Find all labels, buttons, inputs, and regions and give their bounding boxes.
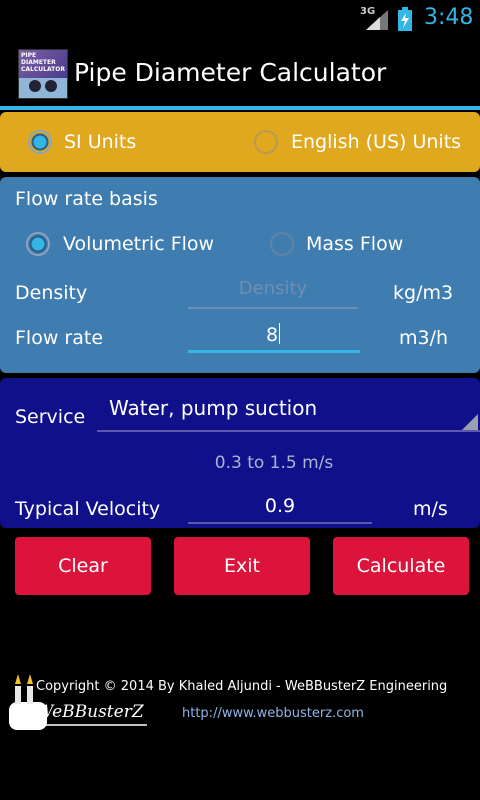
service-dropdown[interactable]: Water, pump suction — [97, 390, 480, 432]
typical-velocity-label: Typical Velocity — [15, 498, 161, 520]
volumetric-flow-label[interactable]: Volumetric Flow — [63, 233, 214, 255]
si-units-radio[interactable] — [28, 130, 52, 154]
footer-website-link[interactable]: http://www.webbusterz.com — [182, 706, 364, 721]
density-input[interactable]: Density — [188, 278, 358, 299]
service-panel: Service Water, pump suction 0.3 to 1.5 m… — [0, 378, 480, 528]
density-label: Density — [15, 282, 88, 304]
flow-rate-unit: m3/h — [399, 327, 449, 349]
mass-flow-radio[interactable] — [270, 232, 294, 256]
flow-rate-label: Flow rate — [15, 327, 104, 349]
status-bar: 3G 3:48 — [0, 0, 480, 38]
mass-flow-label[interactable]: Mass Flow — [306, 233, 403, 255]
english-units-label[interactable]: English (US) Units — [291, 131, 461, 153]
calculate-button[interactable]: Calculate — [333, 537, 469, 595]
signal-icon — [366, 10, 388, 30]
clear-button[interactable]: Clear — [15, 537, 151, 595]
english-units-radio[interactable] — [254, 130, 278, 154]
flow-basis-panel: Flow rate basis Volumetric Flow Mass Flo… — [0, 177, 480, 373]
si-units-label[interactable]: SI Units — [64, 131, 136, 153]
footer-logo-text: WeBBusterZ — [36, 702, 144, 722]
flow-basis-heading: Flow rate basis — [15, 188, 158, 210]
service-selected-value: Water, pump suction — [109, 396, 318, 420]
status-time: 3:48 — [424, 5, 474, 30]
typical-velocity-input[interactable]: 0.9 — [188, 495, 372, 517]
density-unit: kg/m3 — [393, 282, 454, 304]
app-title: Pipe Diameter Calculator — [74, 58, 387, 87]
footer-copyright: Copyright © 2014 By Khaled Aljundi - WeB… — [36, 679, 448, 694]
exit-button[interactable]: Exit — [174, 537, 310, 595]
volumetric-flow-radio[interactable] — [26, 232, 50, 256]
battery-charging-icon — [398, 7, 412, 31]
velocity-unit: m/s — [413, 498, 448, 520]
flow-rate-underline — [188, 350, 360, 353]
action-bar: PIPE DIAMETER CALCULATOR Pipe Diameter Cal… — [0, 38, 480, 106]
action-bar-divider — [0, 106, 480, 110]
dropdown-arrow-icon — [462, 414, 478, 430]
velocity-range-text: 0.3 to 1.5 m/s — [214, 453, 334, 473]
flow-rate-input[interactable]: 8 — [188, 323, 358, 346]
service-label: Service — [15, 406, 86, 428]
density-underline — [188, 307, 358, 309]
typical-velocity-underline — [188, 522, 372, 524]
app-logo-icon: PIPE DIAMETER CALCULATOR — [18, 49, 68, 99]
units-panel: SI Units English (US) Units — [0, 112, 480, 172]
